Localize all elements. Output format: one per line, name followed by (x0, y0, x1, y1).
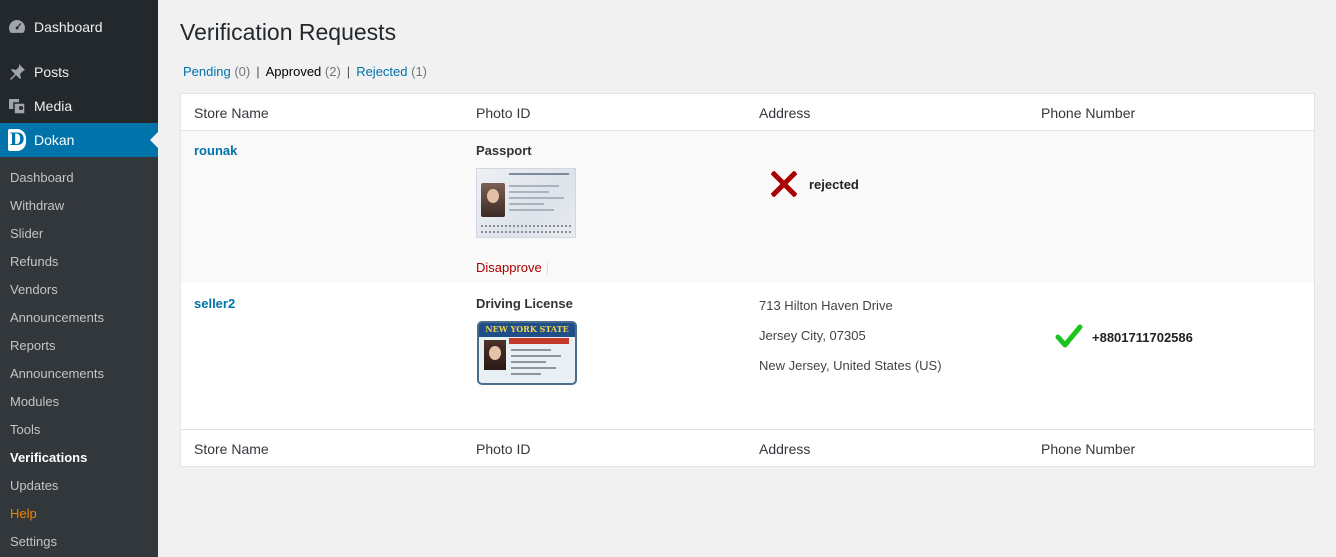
submenu-withdraw[interactable]: Withdraw (10, 196, 64, 216)
disapprove-link[interactable]: Disapprove | (476, 260, 549, 275)
doc-line (511, 361, 546, 363)
disapprove-label: Disapprove (476, 260, 542, 275)
address-line-3: New Jersey, United States (US) (759, 358, 942, 373)
id-photo (484, 340, 506, 370)
submenu-dashboard[interactable]: Dashboard (10, 168, 74, 188)
menu-label: Posts (34, 64, 70, 80)
filter-approved[interactable]: Approved (2) (266, 64, 341, 79)
submenu-verifications[interactable]: Verifications (10, 448, 87, 468)
media-icon (0, 97, 34, 115)
address-line-2: Jersey City, 07305 (759, 328, 866, 343)
filter-count: (0) (234, 64, 251, 79)
menu-label: Media (34, 98, 73, 114)
doc-line (511, 349, 551, 351)
filter-separator: | (346, 64, 351, 79)
admin-sidebar: Dashboard Posts Media D Dokan Dashboard … (0, 0, 158, 557)
action-separator: | (545, 260, 550, 275)
doc-type: Driving License (476, 296, 573, 311)
column-footer-photo-id[interactable]: Photo ID (476, 441, 530, 457)
store-link[interactable]: rounak (194, 143, 237, 158)
column-header-photo-id[interactable]: Photo ID (476, 105, 530, 121)
submenu-help[interactable]: Help (10, 504, 37, 524)
column-footer-address[interactable]: Address (759, 441, 810, 457)
id-photo (481, 183, 505, 217)
column-header-store[interactable]: Store Name (194, 105, 269, 121)
filter-label: Approved (265, 64, 322, 79)
verification-table: Store Name Photo ID Address Phone Number… (180, 93, 1315, 467)
column-header-phone[interactable]: Phone Number (1041, 105, 1135, 121)
table-row: seller2 Driving License NEW YORK STATE 7… (181, 283, 1314, 429)
store-link[interactable]: seller2 (194, 296, 235, 311)
doc-line (509, 185, 559, 187)
dokan-logo-icon: D (8, 129, 26, 151)
submenu-slider[interactable]: Slider (10, 224, 43, 244)
filter-rejected[interactable]: Rejected (1) (356, 64, 427, 79)
menu-label: Dokan (34, 132, 75, 148)
driving-license-image[interactable]: NEW YORK STATE (477, 321, 577, 385)
doc-line (511, 373, 541, 375)
doc-line (509, 209, 554, 211)
column-footer-store[interactable]: Store Name (194, 441, 269, 457)
submenu-settings[interactable]: Settings (10, 532, 57, 552)
submenu-modules[interactable]: Modules (10, 392, 59, 412)
menu-dokan[interactable]: D Dokan (0, 123, 158, 157)
active-indicator (150, 132, 158, 148)
mrz-line (481, 225, 573, 227)
filter-label: Pending (183, 64, 231, 79)
submenu-refunds[interactable]: Refunds (10, 252, 58, 272)
submenu-announcements-2[interactable]: Announcements (10, 364, 104, 384)
rejected-x-icon (770, 170, 798, 202)
status-text: rejected (809, 177, 859, 192)
license-header: NEW YORK STATE (485, 324, 569, 334)
page-title: Verification Requests (180, 19, 397, 45)
menu-dashboard[interactable]: Dashboard (0, 10, 158, 44)
status-filters: Pending (0) | Approved (2) | Rejected (1) (183, 64, 427, 79)
table-row: rounak Passport Disapprove | rejected (181, 131, 1314, 283)
doc-type: Passport (476, 143, 532, 158)
column-header-address[interactable]: Address (759, 105, 810, 121)
passport-image[interactable] (476, 168, 576, 238)
filter-label: Rejected (356, 64, 408, 79)
doc-line (509, 197, 564, 199)
dashboard-icon (0, 18, 34, 36)
table-footer: Store Name Photo ID Address Phone Number (181, 429, 1314, 466)
submenu-announcements[interactable]: Announcements (10, 308, 104, 328)
menu-posts[interactable]: Posts (0, 55, 158, 89)
filter-pending[interactable]: Pending (0) (183, 64, 250, 79)
submenu-tools[interactable]: Tools (10, 420, 40, 440)
filter-separator: | (256, 64, 260, 79)
submenu-vendors[interactable]: Vendors (10, 280, 58, 300)
doc-line (511, 355, 561, 357)
filter-count: (2) (324, 64, 341, 79)
doc-line (509, 173, 569, 175)
submenu-reports[interactable]: Reports (10, 336, 56, 356)
pin-icon (0, 63, 34, 81)
phone-number: +8801711702586 (1092, 330, 1193, 345)
dokan-submenu: Dashboard Withdraw Slider Refunds Vendor… (0, 157, 158, 557)
mrz-line (481, 231, 573, 233)
doc-line (509, 191, 549, 193)
menu-label: Dashboard (34, 19, 103, 35)
filter-count: (1) (411, 64, 428, 79)
doc-line (511, 367, 556, 369)
address-line-1: 713 Hilton Haven Drive (759, 298, 893, 313)
submenu-updates[interactable]: Updates (10, 476, 58, 496)
menu-media[interactable]: Media (0, 89, 158, 123)
license-band (509, 338, 569, 344)
doc-line (509, 203, 544, 205)
column-footer-phone[interactable]: Phone Number (1041, 441, 1135, 457)
approved-check-icon (1055, 324, 1083, 355)
table-header: Store Name Photo ID Address Phone Number (181, 94, 1314, 131)
